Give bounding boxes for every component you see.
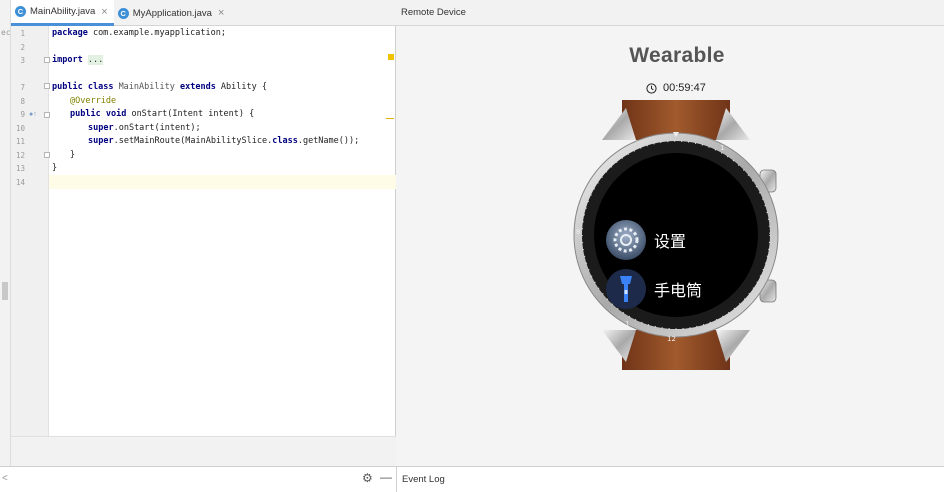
bezel-number: 12	[667, 335, 676, 343]
code-line-10: super.onStart(intent);	[88, 122, 201, 133]
code-line-12: }	[70, 149, 76, 160]
line-number: 11	[15, 137, 25, 146]
line-number: 14	[15, 177, 25, 187]
code-editor: C MainAbility.java × C MyApplication.jav…	[11, 0, 396, 466]
minimize-icon[interactable]: —	[380, 470, 392, 484]
collapse-left-icon[interactable]: <	[2, 473, 8, 484]
close-icon[interactable]: ×	[218, 7, 224, 19]
gear-icon	[606, 220, 646, 260]
line-number: 9	[20, 110, 25, 119]
close-icon[interactable]: ×	[101, 6, 107, 18]
app-label: 手电筒	[654, 281, 702, 300]
error-stripe-marker[interactable]	[386, 118, 394, 119]
line-number: 13	[15, 164, 25, 173]
code-line-9: public void onStart(Intent intent) {	[70, 109, 255, 119]
tab-myapplication[interactable]: C MyApplication.java ×	[114, 0, 231, 26]
code-area[interactable]: package com.example.myapplication; impor…	[49, 26, 396, 436]
remote-device-panel: Remote Device Wearable 00:59:47 8 1 12 1…	[396, 0, 944, 466]
warning-marker[interactable]	[388, 54, 394, 60]
editor-footer	[11, 436, 396, 466]
line-number: 8	[20, 96, 25, 106]
code-line-7: public class MainAbility extends Ability…	[52, 82, 267, 92]
collapsed-imports: ...	[87, 55, 104, 65]
remote-device-header: Remote Device	[396, 0, 944, 26]
device-title: Wearable	[629, 44, 725, 67]
code-line-1: package com.example.myapplication;	[52, 28, 226, 38]
editor-tabs: C MainAbility.java × C MyApplication.jav…	[11, 0, 396, 26]
override-marker-icon[interactable]: ●↑	[29, 111, 37, 118]
bezel-number: 1	[625, 320, 629, 328]
strip-label: ec	[1, 28, 11, 37]
strip-resize-handle[interactable]	[2, 282, 8, 300]
java-class-icon: C	[117, 7, 129, 19]
bezel-number: 1	[720, 144, 724, 152]
code-line-11: super.setMainRoute(MainAbilitySlice.clas…	[88, 136, 360, 146]
smartwatch-preview[interactable]: 8 1 12 1 设置 手电筒	[566, 100, 786, 370]
event-log-tab[interactable]: Event Log	[402, 474, 445, 485]
line-number: 2	[20, 42, 25, 52]
tab-mainability[interactable]: C MainAbility.java ×	[11, 0, 114, 26]
timer-value: 00:59:47	[663, 82, 706, 94]
gear-icon[interactable]: ⚙	[362, 471, 373, 485]
code-line-3: import ...	[52, 55, 104, 65]
line-number-gutter[interactable]: 1 2 3 7 8 9 10 11 12 13 14 ●↑	[11, 26, 50, 436]
line-number: 10	[15, 123, 25, 133]
left-tool-strip: ec	[0, 0, 11, 466]
tab-label: MyApplication.java	[132, 7, 212, 19]
java-class-icon: C	[15, 6, 26, 17]
bottom-toolbar: < ⚙ — Event Log	[0, 466, 944, 492]
session-timer: 00:59:47	[646, 82, 706, 94]
code-line-8: @Override	[70, 95, 117, 106]
bezel-number: 8	[576, 228, 580, 236]
line-number: 12	[15, 150, 25, 160]
line-number: 3	[20, 56, 25, 65]
panel-divider	[396, 467, 397, 492]
app-label: 设置	[654, 232, 686, 251]
line-number: 7	[20, 83, 25, 92]
line-number: 1	[20, 29, 25, 38]
current-line-highlight	[49, 175, 396, 189]
code-line-13: }	[52, 163, 58, 173]
timer-icon	[646, 82, 657, 94]
tab-label: MainAbility.java	[30, 6, 96, 17]
